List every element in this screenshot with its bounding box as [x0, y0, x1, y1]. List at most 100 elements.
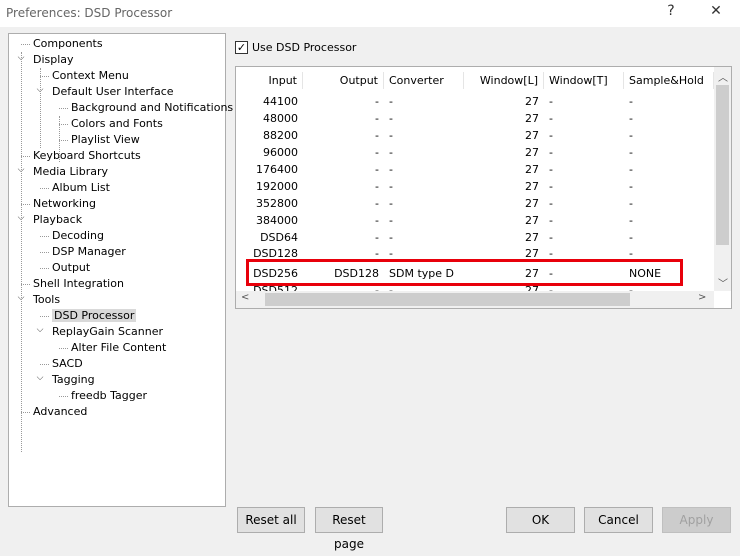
apply-button[interactable]: Apply — [662, 507, 731, 533]
table-row[interactable]: 352800- -27- - — [236, 195, 714, 212]
tree-item[interactable]: Colors and Fonts — [71, 116, 163, 132]
tree-connector — [40, 236, 49, 237]
table-row[interactable]: 384000- -27- - — [236, 212, 714, 229]
table-row[interactable]: 44100- -27- - — [236, 93, 714, 110]
tree-item[interactable]: freedb Tagger — [71, 388, 147, 404]
table-cell: 27 — [525, 146, 539, 159]
checkbox-check-icon[interactable]: ✓ — [235, 41, 248, 54]
tree-item-label: Tools — [33, 293, 61, 306]
column-header[interactable]: Output — [303, 72, 384, 89]
column-header[interactable]: Window[T] — [544, 72, 624, 89]
scroll-left-icon[interactable]: < — [241, 292, 249, 303]
table-cell: - — [629, 146, 633, 159]
tree-connector — [59, 140, 68, 141]
table-cell: 27 — [525, 231, 539, 244]
tree-connector — [21, 204, 30, 205]
table-row[interactable]: 192000- -27- - — [236, 178, 714, 195]
reset-page-button[interactable]: Reset page — [315, 507, 383, 551]
table-row[interactable]: 176400- -27- - — [236, 161, 714, 178]
table-row[interactable]: 48000- -27- - — [236, 110, 714, 127]
table-cell: - — [375, 163, 379, 176]
table-cell: 352800 — [256, 197, 298, 210]
scroll-up-icon[interactable]: ︿ — [718, 69, 728, 84]
table-cell: - — [629, 180, 633, 193]
tree-item[interactable]: Decoding — [52, 228, 104, 244]
table-cell: 192000 — [256, 180, 298, 193]
table-cell: - — [629, 129, 633, 142]
table-cell: - — [375, 95, 379, 108]
tree-connector — [21, 156, 30, 157]
table-cell: - — [629, 163, 633, 176]
column-header[interactable]: Converter — [384, 72, 464, 89]
tree-connector — [40, 252, 49, 253]
tree-item[interactable]: Shell Integration — [33, 276, 124, 292]
table-cell: 96000 — [263, 146, 298, 159]
tree-item-label: Components — [33, 37, 103, 50]
tree-item[interactable]: Album List — [52, 180, 110, 196]
vertical-scrollbar[interactable]: ︿ ﹀ — [714, 67, 731, 291]
tree-item[interactable]: Default User Interface — [52, 84, 174, 100]
tree-item[interactable]: Playlist View — [71, 132, 140, 148]
table-cell: 44100 — [263, 95, 298, 108]
tree-item[interactable]: Tagging — [52, 372, 95, 388]
scroll-right-icon[interactable]: > — [698, 292, 706, 303]
tree-item-label: Media Library — [33, 165, 108, 178]
help-button[interactable]: ? — [656, 3, 686, 23]
tree-item-label: DSP Manager — [52, 245, 126, 258]
tree-item-label: Colors and Fonts — [71, 117, 163, 130]
use-dsd-processor-checkbox[interactable]: ✓ Use DSD Processor — [235, 41, 356, 54]
tree-item-label: Output — [52, 261, 91, 274]
tree-item[interactable]: DSD Processor — [52, 308, 137, 324]
tree-connector — [59, 124, 68, 125]
tree-item[interactable]: SACD — [52, 356, 83, 372]
close-button[interactable]: ✕ — [701, 3, 731, 23]
window-title: Preferences: DSD Processor — [6, 6, 173, 20]
tree-item[interactable]: Context Menu — [52, 68, 129, 84]
tree-connector — [40, 188, 49, 189]
tree-connector — [59, 348, 68, 349]
table-cell: - — [389, 112, 393, 125]
cancel-button[interactable]: Cancel — [584, 507, 653, 533]
tree-item[interactable]: Tools — [33, 292, 60, 308]
column-header[interactable]: Sample&Hold — [624, 72, 714, 89]
expand-chevron-icon[interactable]: ⌵ — [35, 373, 45, 383]
table-cell: - — [389, 197, 393, 210]
tree-item-label: Playback — [33, 213, 83, 226]
scroll-down-icon[interactable]: ﹀ — [718, 275, 728, 290]
table-cell: - — [549, 231, 553, 244]
expand-chevron-icon[interactable]: ⌵ — [35, 325, 45, 335]
tree-item[interactable]: ReplayGain Scanner — [52, 324, 163, 340]
tree-item[interactable]: Playback — [33, 212, 82, 228]
table-cell: - — [389, 146, 393, 159]
table-cell: - — [549, 112, 553, 125]
table-cell: - — [549, 163, 553, 176]
column-header[interactable]: Window[L] — [464, 72, 544, 89]
tree-item[interactable]: Advanced — [33, 404, 87, 420]
table-cell: - — [389, 163, 393, 176]
tree-item-label: Alter File Content — [71, 341, 167, 354]
tree-item[interactable]: Output — [52, 260, 90, 276]
tree-item-label: Default User Interface — [52, 85, 174, 98]
tree-item[interactable]: Background and Notifications — [71, 100, 233, 116]
table-row[interactable]: 96000- -27- - — [236, 144, 714, 161]
horizontal-scroll-thumb[interactable] — [265, 293, 630, 306]
table-cell: DSD64 — [260, 231, 298, 244]
tree-item[interactable]: DSP Manager — [52, 244, 126, 260]
reset-all-button[interactable]: Reset all — [237, 507, 305, 533]
tree-item[interactable]: Display — [33, 52, 74, 68]
tree-connector — [21, 52, 22, 452]
horizontal-scrollbar[interactable]: < > — [236, 291, 714, 308]
table-row[interactable]: 88200- -27- - — [236, 127, 714, 144]
column-header[interactable]: Input — [236, 72, 303, 89]
tree-item[interactable]: Media Library — [33, 164, 108, 180]
ok-button[interactable]: OK — [506, 507, 575, 533]
tree-item-label: Context Menu — [52, 69, 129, 82]
tree-item[interactable]: Networking — [33, 196, 96, 212]
tree-item[interactable]: Components — [33, 36, 103, 52]
tree-connector — [40, 76, 49, 77]
table-row[interactable]: DSD64- -27- - — [236, 229, 714, 246]
preferences-tree[interactable]: Components Display ⌵ Context Menu Default Us… — [8, 33, 233, 507]
tree-item[interactable]: Keyboard Shortcuts — [33, 148, 141, 164]
tree-item[interactable]: Alter File Content — [71, 340, 166, 356]
vertical-scroll-thumb[interactable] — [716, 85, 729, 245]
